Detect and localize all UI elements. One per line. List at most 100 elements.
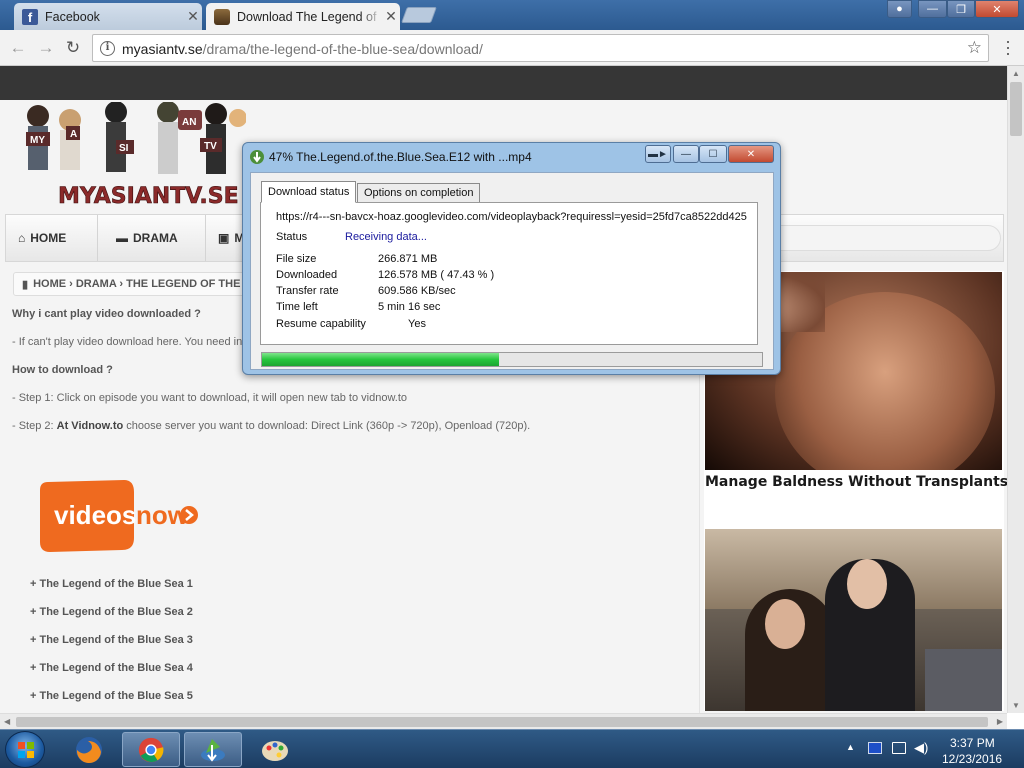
firefox-icon	[76, 736, 102, 763]
step-2-prefix: - Step 2:	[12, 420, 57, 432]
browser-toolbar: ← → ↻ i myasiantv.se/drama/the-legend-of…	[0, 30, 1024, 66]
forward-arrow-icon: →	[37, 38, 55, 57]
status-label: Status	[276, 231, 308, 243]
nav-movie[interactable]: ▣ M	[206, 215, 246, 261]
faq-question-1: Why i cant play video downloaded ?	[12, 308, 201, 320]
system-tray: ▲ ◀) 3:37 PM 12/23/2016	[842, 732, 1024, 767]
download-progress-dialog: 47% The.Legend.of.the.Blue.Sea.E12 with …	[242, 142, 781, 375]
vertical-scrollbar[interactable]: ▲ ▼	[1007, 66, 1024, 713]
nav-home-label: HOME	[30, 231, 67, 245]
forward-button[interactable]: →	[36, 38, 56, 58]
time-left-value: 5 min 16 sec	[378, 301, 441, 313]
windows-logo-icon	[18, 742, 34, 758]
ad-title[interactable]: Manage Baldness Without Transplants	[705, 474, 1007, 490]
site-search-input[interactable]	[746, 225, 1001, 251]
horizontal-scrollbar[interactable]: ◀ ▶	[0, 713, 1007, 729]
dialog-close-button[interactable]: ✕	[728, 145, 774, 163]
scroll-right-icon[interactable]: ▶	[997, 717, 1003, 726]
minimize-icon: —	[681, 148, 691, 160]
restore-button[interactable]: ❐	[947, 0, 975, 18]
idm-icon	[250, 150, 264, 164]
status-value: Receiving data...	[345, 231, 427, 243]
clock-time[interactable]: 3:37 PM	[950, 736, 995, 750]
breadcrumb: ▮ HOME › DRAMA › THE LEGEND OF THE B	[13, 272, 273, 296]
badge-an: AN	[182, 117, 196, 128]
url-text: myasiantv.se/drama/the-legend-of-the-blu…	[122, 41, 483, 57]
clock-date[interactable]: 12/23/2016	[942, 752, 1002, 766]
action-center-icon[interactable]	[868, 742, 882, 754]
nav-drama-label: DRAMA	[133, 231, 178, 245]
site-logo[interactable]: MY A SI AN TV MYASIANTV.SE	[18, 102, 246, 212]
bookmark-star-icon[interactable]: ☆	[967, 38, 982, 58]
screen: f Facebook ✕ Download The Legend of ✕ ● …	[0, 0, 1024, 768]
play-arrow-icon	[180, 506, 198, 524]
logo-wordmark: MYASIANTV.SE	[58, 184, 239, 209]
faq-question-2: How to download ?	[12, 364, 113, 376]
site-top-bar	[0, 66, 1007, 100]
reload-button[interactable]: ↻	[63, 38, 83, 58]
episode-link-2[interactable]: + The Legend of the Blue Sea 2	[30, 606, 193, 618]
vidnow-logo[interactable]: videos now	[36, 480, 206, 554]
tab-download-status[interactable]: Download status	[261, 181, 357, 203]
step-1-text: - Step 1: Click on episode you want to d…	[12, 392, 408, 404]
hide-dialog-button[interactable]: ▬►	[645, 145, 671, 163]
episode-link-4[interactable]: + The Legend of the Blue Sea 4	[30, 662, 193, 674]
back-button[interactable]: ←	[8, 38, 28, 58]
horizontal-scroll-thumb[interactable]	[16, 717, 988, 727]
bookmark-icon: ▮	[22, 278, 29, 291]
profile-button[interactable]: ●	[887, 0, 912, 18]
tab-options-on-completion[interactable]: Options on completion	[357, 183, 481, 203]
maximize-icon: ☐	[708, 148, 718, 160]
resume-capability-label: Resume capability	[276, 318, 366, 330]
ad-image-couple[interactable]	[705, 529, 1002, 711]
badge-my: MY	[30, 135, 45, 146]
dialog-minimize-button[interactable]: —	[673, 145, 699, 163]
step-2-bold: At Vidnow.to	[56, 420, 124, 432]
start-button[interactable]	[5, 731, 45, 768]
close-window-button[interactable]: ✕	[975, 0, 1019, 18]
close-tab-icon[interactable]: ✕	[382, 8, 400, 25]
film-icon: ▣	[218, 231, 230, 245]
url-domain: myasiantv.se	[122, 41, 203, 57]
show-hidden-icons-icon[interactable]: ▲	[846, 742, 855, 752]
volume-icon[interactable]: ◀)	[914, 740, 928, 756]
tab-download-page[interactable]: Download The Legend of ✕	[206, 3, 400, 30]
nav-home[interactable]: ⌂ HOME	[6, 215, 98, 261]
idm-taskbar-icon	[201, 738, 225, 762]
network-icon[interactable]	[892, 742, 906, 754]
info-icon[interactable]: i	[100, 41, 115, 56]
scroll-down-icon[interactable]: ▼	[1012, 701, 1020, 710]
vidnow-word-1: videos	[54, 500, 136, 530]
badge-tv: TV	[204, 141, 217, 152]
chrome-menu-button[interactable]: · · ·	[1000, 32, 1016, 62]
vertical-scroll-thumb[interactable]	[1010, 82, 1022, 136]
taskbar-firefox[interactable]	[60, 732, 118, 767]
minimize-button[interactable]: —	[918, 0, 947, 18]
progress-fill	[262, 353, 500, 366]
scroll-up-icon[interactable]: ▲	[1012, 69, 1020, 78]
taskbar-chrome[interactable]	[122, 732, 180, 767]
scroll-left-icon[interactable]: ◀	[4, 717, 10, 726]
episode-link-1[interactable]: + The Legend of the Blue Sea 1	[30, 578, 193, 590]
new-tab-button[interactable]	[401, 7, 437, 23]
step-2-rest: choose server you want to download: Dire…	[123, 420, 531, 432]
dialog-maximize-button[interactable]: ☐	[699, 145, 727, 163]
user-icon: ●	[896, 3, 903, 15]
paint-icon	[262, 740, 288, 761]
tab-facebook[interactable]: f Facebook ✕	[14, 3, 202, 30]
file-size-value: 266.871 MB	[378, 253, 438, 265]
nav-drama[interactable]: ▬ DRAMA	[98, 215, 206, 261]
close-tab-icon[interactable]: ✕	[184, 8, 202, 25]
tab-title: Facebook	[45, 9, 100, 24]
back-arrow-icon: ←	[9, 38, 27, 57]
episode-link-5[interactable]: + The Legend of the Blue Sea 5	[30, 690, 193, 702]
minimize-icon: —	[927, 3, 938, 15]
episode-link-3[interactable]: + The Legend of the Blue Sea 3	[30, 634, 193, 646]
address-bar[interactable]: i myasiantv.se/drama/the-legend-of-the-b…	[92, 34, 989, 62]
time-left-label: Time left	[276, 301, 318, 313]
step-2-text: - Step 2: At Vidnow.to choose server you…	[12, 420, 530, 432]
taskbar-idm[interactable]	[184, 732, 242, 767]
faq-answer-1: - If can't play video download here. You…	[12, 336, 243, 348]
close-icon: ✕	[746, 148, 756, 160]
taskbar-paint[interactable]	[246, 732, 304, 767]
